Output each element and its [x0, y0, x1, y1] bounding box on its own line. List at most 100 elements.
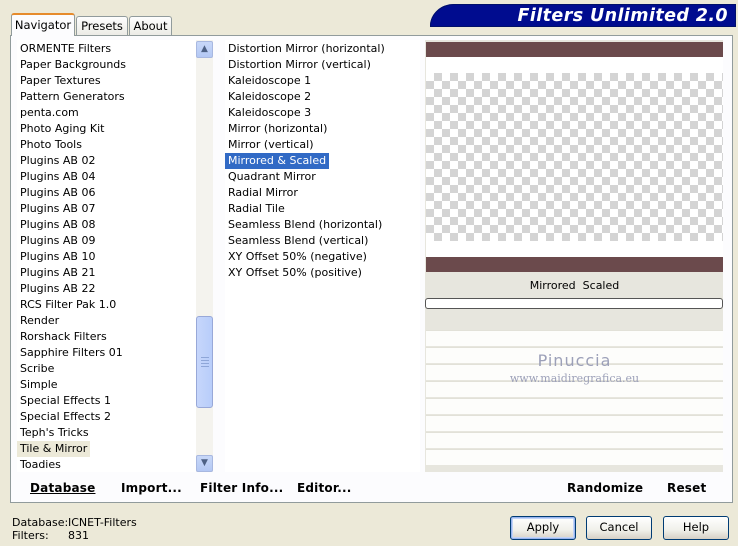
category-item-label: Plugins AB 06 — [20, 186, 96, 199]
filter-item[interactable]: Seamless Blend (horizontal) — [225, 217, 420, 233]
filter-item[interactable]: Distortion Mirror (vertical) — [225, 57, 420, 73]
category-item[interactable]: Plugins AB 21 — [17, 265, 196, 281]
apply-button[interactable]: Apply — [510, 516, 576, 540]
category-item-label: Plugins AB 08 — [20, 218, 96, 231]
category-item[interactable]: Paper Backgrounds — [17, 57, 196, 73]
category-item-label: Special Effects 1 — [20, 394, 112, 407]
category-item[interactable]: Rorshack Filters — [17, 329, 196, 345]
category-scrollbar[interactable]: ▲ ▼ — [196, 40, 213, 472]
database-button[interactable]: Database — [30, 481, 95, 495]
filter-item[interactable]: Kaleidoscope 3 — [225, 105, 420, 121]
banner-title: Filters Unlimited 2.0 — [517, 6, 728, 26]
filter-info-button[interactable]: Filter Info... — [200, 481, 283, 495]
filter-item[interactable]: Distortion Mirror (horizontal) — [225, 41, 420, 57]
scroll-up-button[interactable]: ▲ — [196, 41, 213, 58]
cancel-button[interactable]: Cancel — [586, 516, 652, 540]
category-item-label: RCS Filter Pak 1.0 — [20, 298, 117, 311]
category-item-label: Teph's Tricks — [20, 426, 89, 439]
category-item-label: Simple — [20, 378, 58, 391]
category-item-label: Plugins AB 09 — [20, 234, 96, 247]
category-item[interactable]: Tile & Mirror — [17, 441, 196, 457]
category-list[interactable]: ORMENTE Filters Paper Backgrounds Paper Te… — [17, 40, 196, 472]
category-item[interactable]: Plugins AB 06 — [17, 185, 196, 201]
category-item-label: Photo Tools — [20, 138, 82, 151]
filter-item-label: Radial Mirror — [228, 186, 298, 199]
tab-presets[interactable]: Presets — [76, 16, 128, 35]
parameter-slot — [426, 432, 723, 448]
category-item[interactable]: Photo Aging Kit — [17, 121, 196, 137]
preview-white-strip-top — [426, 57, 723, 73]
preview-bottom-bar — [426, 257, 723, 272]
category-item[interactable]: Special Effects 1 — [17, 393, 196, 409]
preview-top-bar — [426, 42, 723, 57]
product-banner: Filters Unlimited 2.0 — [430, 4, 736, 27]
database-status-label: Database: — [12, 516, 69, 529]
scroll-down-button[interactable]: ▼ — [196, 455, 213, 472]
filter-item[interactable]: Radial Tile — [225, 201, 420, 217]
filter-item-label: Mirror (horizontal) — [228, 122, 328, 135]
category-item[interactable]: Sapphire Filters 01 — [17, 345, 196, 361]
category-item-label: Tile & Mirror — [17, 441, 91, 457]
category-item[interactable]: Photo Tools — [17, 137, 196, 153]
category-item[interactable]: Special Effects 2 — [17, 409, 196, 425]
filter-item-label: Seamless Blend (horizontal) — [228, 218, 383, 231]
parameter-slot — [426, 330, 723, 346]
editor-button[interactable]: Editor... — [297, 481, 352, 495]
filter-item[interactable]: Mirror (vertical) — [225, 137, 420, 153]
category-item[interactable]: Scribe — [17, 361, 196, 377]
category-item[interactable]: RCS Filter Pak 1.0 — [17, 297, 196, 313]
tab-about[interactable]: About — [129, 16, 172, 35]
help-button[interactable]: Help — [663, 516, 729, 540]
category-item-label: Render — [20, 314, 60, 327]
filter-item-label: Mirror (vertical) — [228, 138, 314, 151]
filter-item[interactable]: Seamless Blend (vertical) — [225, 233, 420, 249]
category-item[interactable]: Plugins AB 22 — [17, 281, 196, 297]
filter-item[interactable]: Kaleidoscope 1 — [225, 73, 420, 89]
filter-item[interactable]: Radial Mirror — [225, 185, 420, 201]
category-item-label: Sapphire Filters 01 — [20, 346, 123, 359]
filter-item-label: Kaleidoscope 3 — [228, 106, 312, 119]
category-item[interactable]: Plugins AB 07 — [17, 201, 196, 217]
category-item[interactable]: penta.com — [17, 105, 196, 121]
filter-list[interactable]: Distortion Mirror (horizontal) Distortion… — [225, 40, 420, 472]
filter-item[interactable]: Kaleidoscope 2 — [225, 89, 420, 105]
category-item[interactable]: Plugins AB 09 — [17, 233, 196, 249]
category-item-label: Rorshack Filters — [20, 330, 107, 343]
watermark-name: Pinuccia — [537, 351, 612, 370]
preview-filter-name: Mirrored Scaled — [529, 279, 620, 292]
category-item[interactable]: Plugins AB 10 — [17, 249, 196, 265]
category-item[interactable]: Pattern Generators — [17, 89, 196, 105]
filter-item[interactable]: Mirrored & Scaled — [225, 153, 420, 169]
category-item[interactable]: Simple — [17, 377, 196, 393]
database-label: Database — [30, 481, 96, 495]
filter-item[interactable]: Mirror (horizontal) — [225, 121, 420, 137]
category-item[interactable]: Plugins AB 08 — [17, 217, 196, 233]
category-item-label: Toadies — [20, 458, 61, 471]
category-item-label: Photo Aging Kit — [20, 122, 105, 135]
filter-item[interactable]: Quadrant Mirror — [225, 169, 420, 185]
filter-item-label: Kaleidoscope 2 — [228, 90, 312, 103]
category-item-label: Paper Textures — [20, 74, 101, 87]
category-item[interactable]: Render — [17, 313, 196, 329]
database-status-value: ICNET-Filters — [68, 516, 137, 529]
filter-item[interactable]: XY Offset 50% (negative) — [225, 249, 420, 265]
category-item-label: Plugins AB 07 — [20, 202, 96, 215]
parameter-slot — [426, 398, 723, 414]
filters-count-label: Filters: — [12, 529, 49, 542]
filter-item[interactable]: XY Offset 50% (positive) — [225, 265, 420, 281]
reset-button[interactable]: Reset — [667, 481, 706, 495]
category-item[interactable]: Paper Textures — [17, 73, 196, 89]
category-item[interactable]: Teph's Tricks — [17, 425, 196, 441]
import-button[interactable]: Import... — [121, 481, 182, 495]
category-item[interactable]: Toadies — [17, 457, 196, 472]
category-item-label: Plugins AB 04 — [20, 170, 96, 183]
scroll-thumb[interactable] — [196, 316, 213, 408]
category-item[interactable]: Plugins AB 02 — [17, 153, 196, 169]
category-item[interactable]: Plugins AB 04 — [17, 169, 196, 185]
tab-navigator[interactable]: Navigator — [11, 13, 75, 36]
randomize-button[interactable]: Randomize — [567, 481, 643, 495]
category-item-label: Pattern Generators — [20, 90, 125, 103]
watermark-url: www.maidiregrafica.eu — [509, 372, 640, 385]
category-item-label: Plugins AB 21 — [20, 266, 96, 279]
category-item[interactable]: ORMENTE Filters — [17, 41, 196, 57]
